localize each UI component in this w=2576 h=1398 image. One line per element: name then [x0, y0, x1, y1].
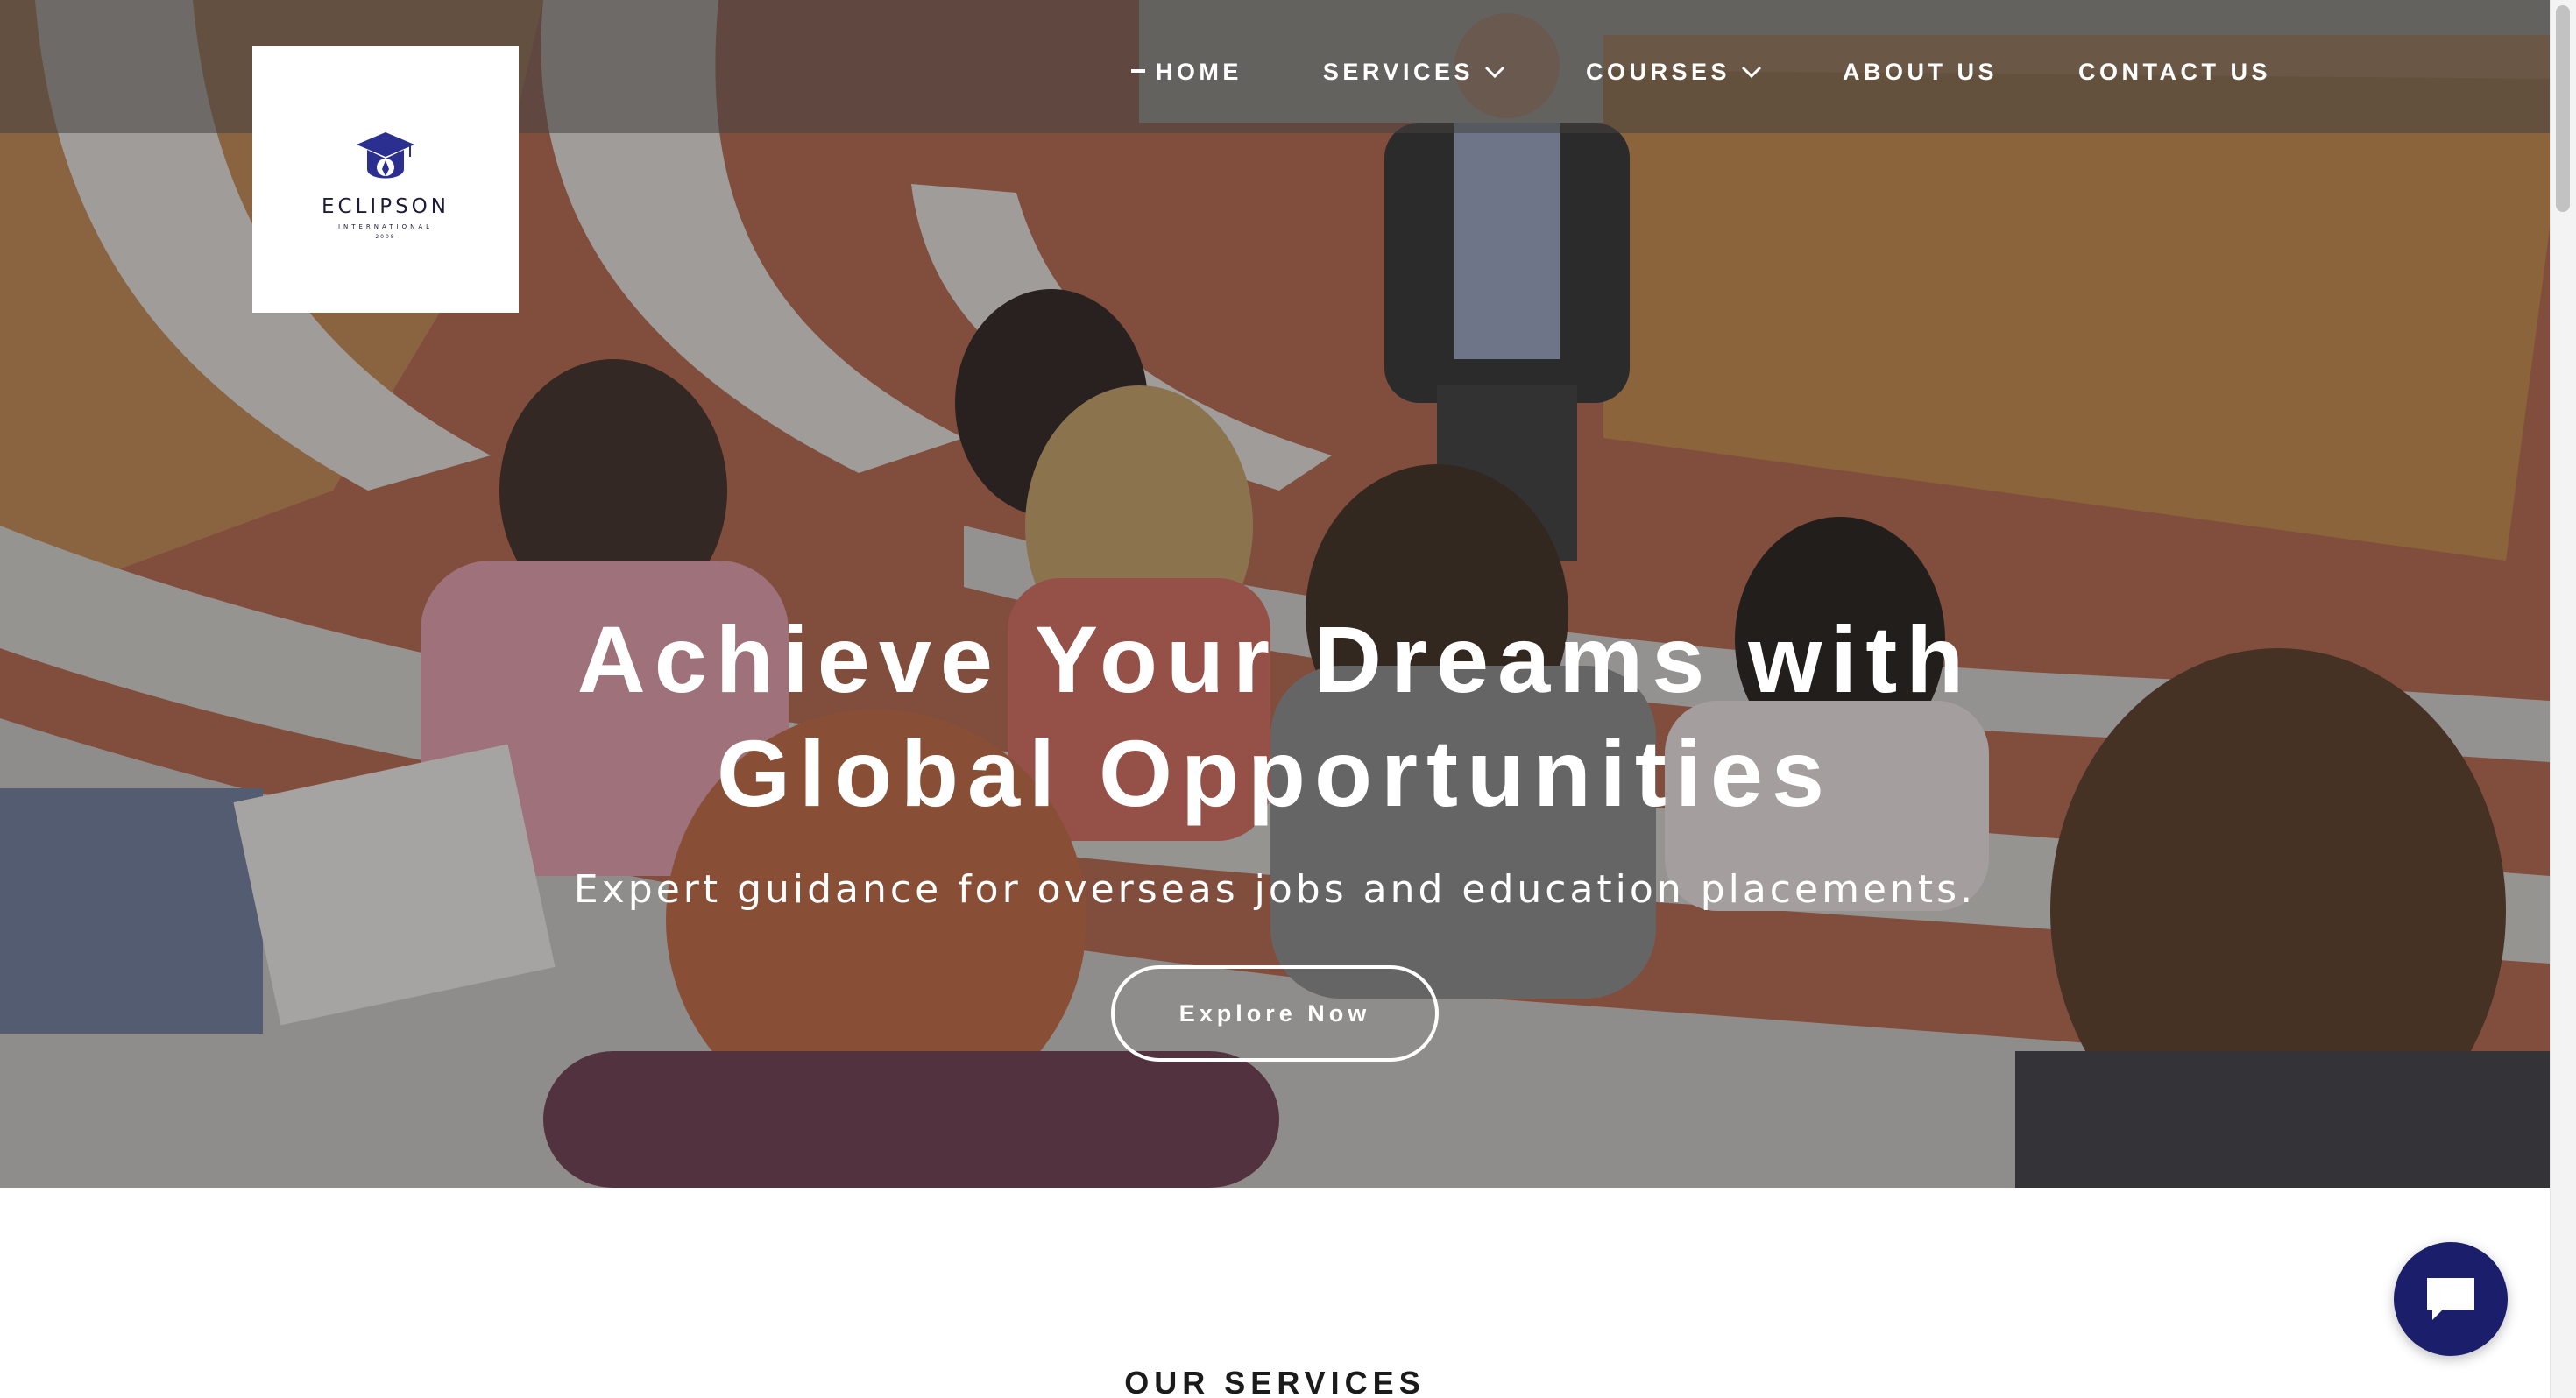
nav-item-home[interactable]: HOME	[1130, 58, 1242, 86]
logo-year: 2008	[375, 233, 396, 240]
graduation-cap-icon	[357, 131, 414, 178]
hero-subtitle: Expert guidance for overseas jobs and ed…	[573, 867, 1977, 912]
chat-button[interactable]	[2394, 1242, 2508, 1356]
page: ECLIPSON INTERNATIONAL 2008 HOME SERVICE…	[0, 0, 2576, 1398]
main-nav: HOME SERVICES COURSES ABOUT US CONTACT U…	[1130, 53, 2271, 91]
nav-item-services[interactable]: SERVICES	[1323, 59, 1505, 86]
nav-item-about-us[interactable]: ABOUT US	[1843, 59, 1998, 86]
active-indicator	[1130, 69, 1145, 73]
section-heading: OUR SERVICES	[1124, 1365, 1426, 1398]
nav-item-label: HOME	[1155, 58, 1242, 85]
chevron-down-icon	[1741, 66, 1762, 79]
logo-name: ECLIPSON	[322, 194, 449, 218]
nav-item-label: CONTACT US	[2078, 58, 2271, 85]
chat-bubble-icon	[2427, 1278, 2474, 1320]
hero-section: ECLIPSON INTERNATIONAL 2008 HOME SERVICE…	[0, 0, 2550, 1188]
nav-item-label: ABOUT US	[1843, 58, 1998, 85]
logo-subtitle: INTERNATIONAL	[337, 222, 434, 230]
chevron-down-icon	[1484, 66, 1505, 79]
hero-title-line-1: Achieve Your Dreams with	[577, 606, 1973, 712]
nav-item-label: COURSES	[1585, 58, 1730, 85]
hero-title-line-2: Global Opportunities	[717, 720, 1833, 826]
hero-title: Achieve Your Dreams with Global Opportun…	[0, 603, 2550, 830]
site-logo[interactable]: ECLIPSON INTERNATIONAL 2008	[252, 46, 519, 313]
nav-item-contact-us[interactable]: CONTACT US	[2078, 59, 2271, 86]
scrollbar-thumb[interactable]	[2556, 5, 2570, 212]
nav-item-label: SERVICES	[1322, 58, 1474, 85]
nav-item-courses[interactable]: COURSES	[1586, 59, 1762, 86]
explore-now-button[interactable]: Explore Now	[1111, 965, 1439, 1062]
